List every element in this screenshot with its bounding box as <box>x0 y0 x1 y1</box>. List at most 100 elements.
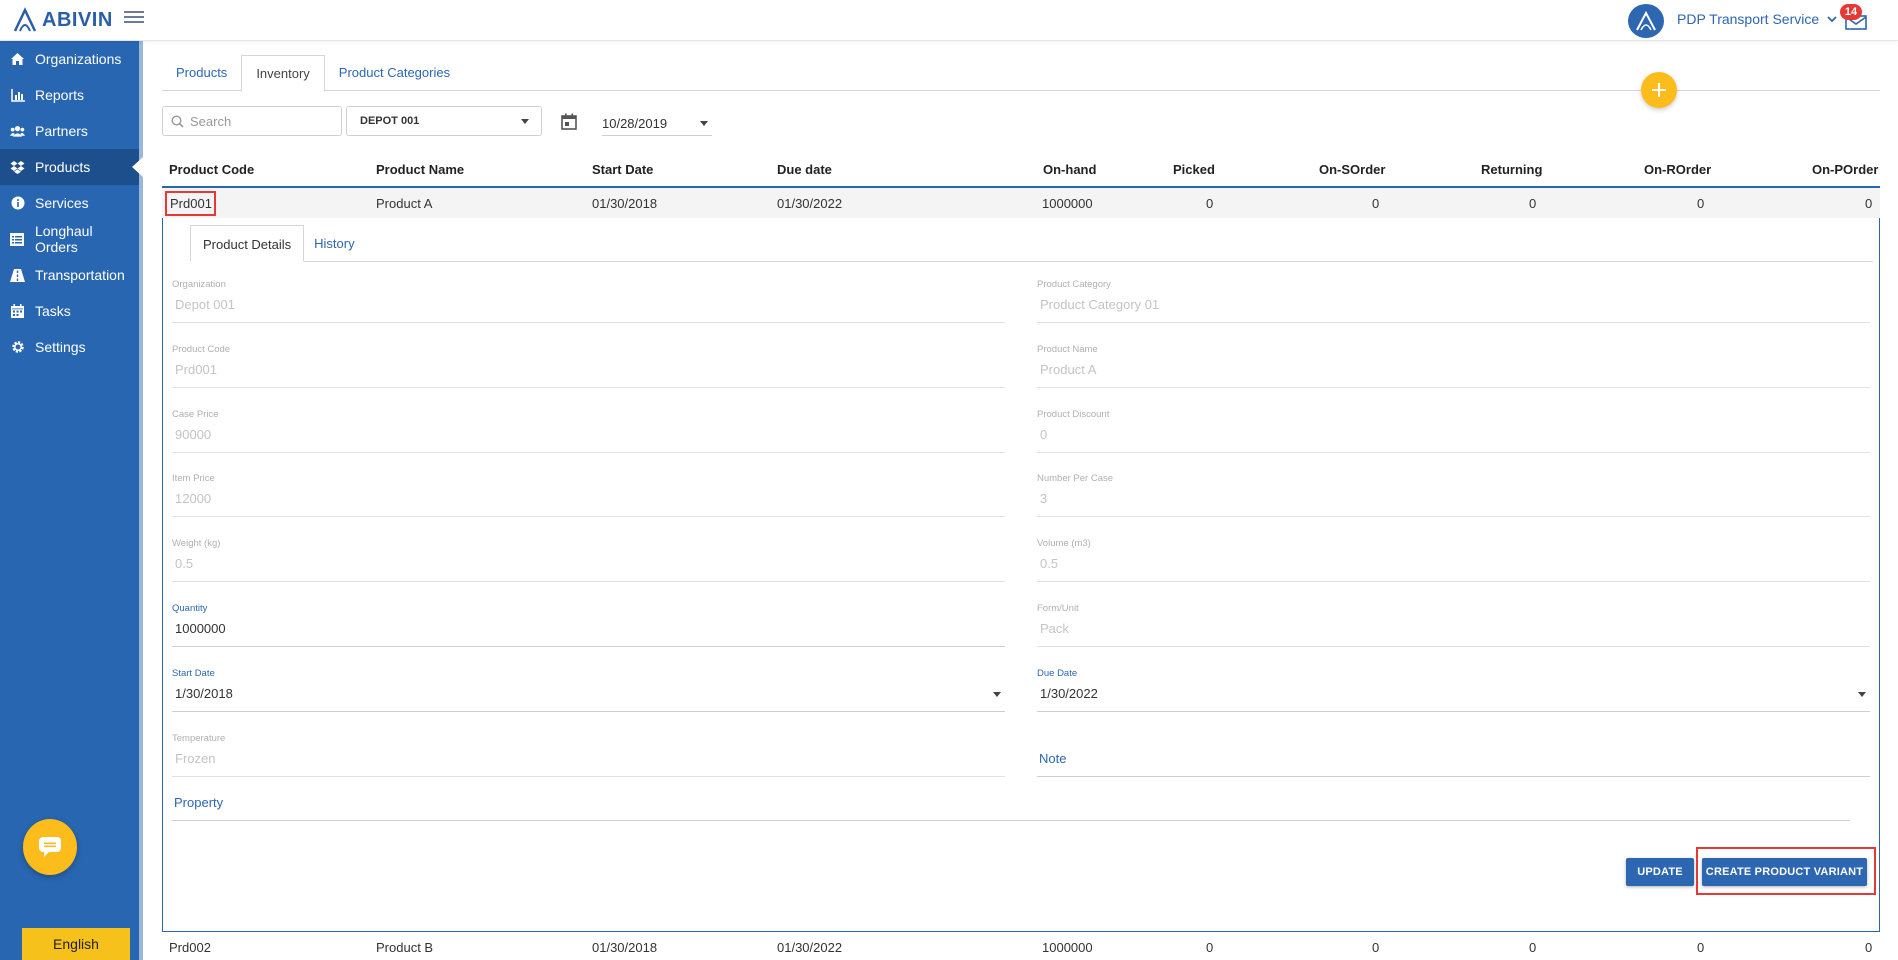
highlight-box <box>1696 847 1876 895</box>
sidebar-item-organizations[interactable]: Organizations <box>0 41 139 77</box>
info-icon <box>10 196 25 211</box>
sidebar-item-label: Organizations <box>35 51 122 67</box>
field-value: 3 <box>1040 491 1048 506</box>
sidebar-item-label: Transportation <box>35 267 125 283</box>
cell-on-porder: 0 <box>1865 196 1873 211</box>
active-indicator <box>132 157 143 177</box>
calendar-icon <box>10 304 25 319</box>
search-input[interactable] <box>190 113 330 129</box>
sidebar-item-label: Partners <box>35 123 88 139</box>
quantity-field[interactable]: Quantity 1000000 <box>172 603 1005 647</box>
sidebar: Organizations Reports Partners Products … <box>0 41 143 960</box>
cell-returning: 0 <box>1529 196 1537 211</box>
sidebar-item-longhaul-orders[interactable]: Longhaul Orders <box>0 221 139 257</box>
col-header-on-porder[interactable]: On-POrder <box>1812 162 1878 177</box>
field-label: Product Name <box>1037 344 1098 355</box>
field-value[interactable]: 1/30/2018 <box>175 686 233 701</box>
col-header-returning[interactable]: Returning <box>1481 162 1542 177</box>
sidebar-item-transportation[interactable]: Transportation <box>0 257 139 293</box>
field-value[interactable]: 1000000 <box>175 621 226 636</box>
cell-on-sorder: 0 <box>1372 196 1380 211</box>
date-picker[interactable]: 10/28/2019 <box>602 112 712 136</box>
org-name: PDP Transport Service <box>1677 11 1820 27</box>
sidebar-item-partners[interactable]: Partners <box>0 113 139 149</box>
sidebar-item-settings[interactable]: Settings <box>0 329 139 365</box>
sidebar-item-services[interactable]: Services <box>0 185 139 221</box>
sidebar-item-reports[interactable]: Reports <box>0 77 139 113</box>
tab-product-details[interactable]: Product Details <box>190 225 305 262</box>
field-value: 0.5 <box>1040 556 1059 571</box>
field-value: Product Category 01 <box>1040 297 1160 312</box>
menu-toggle-icon[interactable] <box>124 8 144 26</box>
col-header-start-date[interactable]: Start Date <box>592 162 653 177</box>
tab-product-categories[interactable]: Product Categories <box>325 55 464 91</box>
field-label: Quantity <box>172 603 208 614</box>
product-code-field: Product Code Prd001 <box>172 344 1005 388</box>
tab-inventory[interactable]: Inventory <box>241 55 325 92</box>
tab-products[interactable]: Products <box>162 55 241 91</box>
depot-select[interactable]: DEPOT 001 <box>346 106 542 136</box>
start-date-field[interactable]: Start Date 1/30/2018 <box>172 668 1005 712</box>
field-label: Product Discount <box>1037 409 1110 420</box>
sidebar-item-tasks[interactable]: Tasks <box>0 293 139 329</box>
cell-start-date: 01/30/2018 <box>592 196 658 211</box>
field-value: Pack <box>1040 621 1069 636</box>
temperature-field: Temperature Frozen <box>172 733 1005 777</box>
cell-on-hand: 1000000 <box>1042 196 1093 211</box>
sidebar-item-products[interactable]: Products <box>0 149 143 185</box>
col-header-on-rorder[interactable]: On-ROrder <box>1644 162 1711 177</box>
field-value: Prd001 <box>175 362 217 377</box>
update-button[interactable]: UPDATE <box>1626 858 1694 886</box>
field-label: Number Per Case <box>1037 473 1114 484</box>
field-value[interactable]: 1/30/2022 <box>1040 686 1098 701</box>
sidebar-item-label: Reports <box>35 87 85 103</box>
note-field[interactable]: Note <box>1037 733 1870 777</box>
cell-product-name: Product A <box>376 196 433 211</box>
product-name-field: Product Name Product A <box>1037 344 1870 388</box>
add-button[interactable] <box>1641 72 1677 108</box>
abivin-logo-icon <box>13 7 37 32</box>
main-tabs: Products Inventory Product Categories <box>162 55 464 92</box>
cell-on-rorder: 0 <box>1697 196 1705 211</box>
case-price-field: Case Price 90000 <box>172 409 1005 453</box>
field-label: Due Date <box>1037 668 1078 679</box>
caret-down-icon[interactable] <box>1858 692 1866 697</box>
org-switcher[interactable]: PDP Transport Service <box>1677 11 1837 27</box>
org-avatar[interactable] <box>1628 4 1664 38</box>
caret-down-icon <box>700 121 708 126</box>
chat-button[interactable] <box>23 819 77 875</box>
bar-chart-icon <box>10 88 25 103</box>
organization-field: Organization Depot 001 <box>172 279 1005 323</box>
caret-down-icon <box>521 118 529 124</box>
property-field[interactable]: Property <box>172 777 1850 821</box>
product-discount-field: Product Discount 0 <box>1037 409 1870 453</box>
cell-start-date: 01/30/2018 <box>592 940 658 955</box>
abivin-logo[interactable]: ABIVIN <box>12 6 113 34</box>
field-label: Weight (kg) <box>172 538 221 549</box>
form-unit-field: Form/Unit Pack <box>1037 603 1870 647</box>
field-label: Temperature <box>172 733 226 744</box>
detail-tabs: Product Details History <box>190 225 365 262</box>
col-header-on-sorder[interactable]: On-SOrder <box>1319 162 1385 177</box>
home-icon <box>10 52 25 67</box>
col-header-on-hand[interactable]: On-hand <box>1043 162 1096 177</box>
field-value: 0.5 <box>175 556 194 571</box>
language-button[interactable]: English <box>22 928 130 960</box>
cell-on-porder: 0 <box>1865 940 1873 955</box>
notification-badge: 14 <box>1840 4 1862 20</box>
col-header-product-name[interactable]: Product Name <box>376 162 464 177</box>
caret-down-icon[interactable] <box>993 692 1001 697</box>
calendar-icon[interactable] <box>561 113 577 130</box>
cell-product-code[interactable]: Prd002 <box>169 940 211 955</box>
property-label: Property <box>174 795 224 810</box>
due-date-field[interactable]: Due Date 1/30/2022 <box>1037 668 1870 712</box>
weight-field: Weight (kg) 0.5 <box>172 538 1005 582</box>
col-header-product-code[interactable]: Product Code <box>169 162 254 177</box>
col-header-picked[interactable]: Picked <box>1173 162 1215 177</box>
sidebar-item-label: Services <box>35 195 89 211</box>
tab-history[interactable]: History <box>304 225 364 262</box>
chat-icon <box>39 837 61 857</box>
field-value: Product A <box>1040 362 1097 377</box>
date-value: 10/28/2019 <box>602 116 668 131</box>
col-header-due-date[interactable]: Due date <box>777 162 832 177</box>
